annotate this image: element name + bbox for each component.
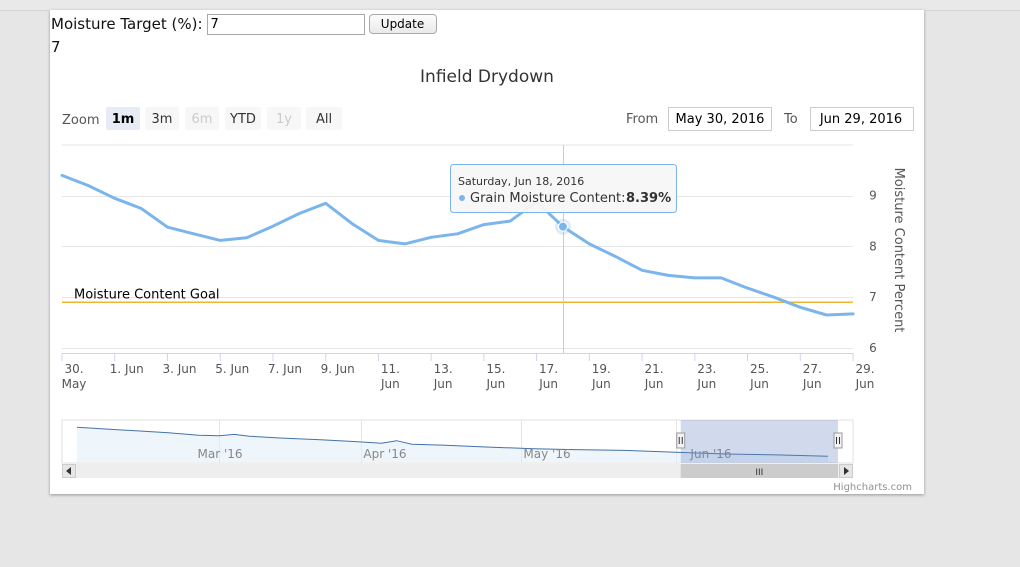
to-label: To (783, 112, 798, 127)
scroll-left-button[interactable] (62, 464, 76, 478)
zoom-button-3m[interactable]: 3m (145, 107, 179, 130)
tooltip-bullet-icon (459, 195, 465, 201)
navigator[interactable]: Mar '16 Apr '16 May '16 Jun '16 (61, 419, 854, 464)
goal-plot-line: Moisture Content Goal (62, 287, 853, 304)
x-tick-label-line2: Jun (802, 377, 822, 391)
navigator-label-may: May '16 (523, 447, 570, 461)
hover-point[interactable] (557, 221, 568, 232)
chart-title: Infield Drydown (420, 67, 554, 87)
credits-link[interactable]: Highcharts.com (833, 482, 912, 493)
to-date-value: Jun 29, 2016 (819, 112, 902, 127)
x-tick-label-line2: Jun (485, 377, 505, 391)
navigator-selected-range[interactable] (680, 420, 838, 463)
tooltip-value: 8.39% (626, 191, 671, 206)
zoom-button-all[interactable]: All (306, 107, 342, 130)
x-tick-label-line2: May (62, 377, 87, 391)
x-tick-label: 3. Jun (162, 362, 196, 376)
from-date-value: May 30, 2016 (676, 112, 765, 127)
x-tick-label: 13. (434, 362, 453, 376)
x-tick-label: 15. (486, 362, 505, 376)
x-tick-label-line2: Jun (433, 377, 453, 391)
to-date-input[interactable]: Jun 29, 2016 (810, 107, 914, 131)
x-tick-label-line2: Jun (749, 377, 769, 391)
x-tick-label: 17. (539, 362, 558, 376)
x-tick-label-line2: Jun (696, 377, 716, 391)
x-tick-label: 11. (381, 362, 400, 376)
y-axis-ticks: 6 7 8 9 (869, 189, 877, 355)
navigator-handle-right[interactable] (833, 432, 843, 449)
y-tick-label: 9 (869, 189, 877, 203)
x-tick-label: 19. (592, 362, 611, 376)
zoom-label: Zoom (62, 113, 99, 128)
zoom-button-6m-label: 6m (192, 112, 213, 127)
navigator-label-apr: Apr '16 (363, 447, 406, 461)
x-tick-label-line2: Jun (380, 377, 400, 391)
x-tick-label-line2: Jun (591, 377, 611, 391)
goal-line-label: Moisture Content Goal (74, 287, 220, 302)
zoom-button-1y-label: 1y (276, 112, 292, 127)
x-tick-label: 27. (803, 362, 822, 376)
y-axis-title: Moisture Content Percent (891, 168, 906, 333)
x-tick-label: 25. (750, 362, 769, 376)
y-tick-label: 8 (869, 239, 877, 253)
tooltip: Saturday, Jun 18, 2016 Grain Moisture Co… (450, 164, 677, 213)
zoom-button-3m-label: 3m (152, 112, 173, 127)
x-tick-label: 5. Jun (215, 362, 249, 376)
x-tick-label: 23. (697, 362, 716, 376)
x-tick-label-line2: Jun (644, 377, 664, 391)
from-label: From (626, 112, 658, 127)
x-tick-label: 30. (64, 362, 83, 376)
x-tick-label: 9. Jun (321, 362, 355, 376)
x-tick-label-line2: Jun (538, 377, 558, 391)
zoom-button-1m-label: 1m (112, 112, 135, 127)
x-axis-ticks: 30.May1. Jun 3. Jun 5. Jun 7. Jun 9. Jun 11.J… (61, 353, 875, 391)
from-date-input[interactable]: May 30, 2016 (668, 107, 772, 131)
zoom-button-ytd[interactable]: YTD (225, 107, 261, 130)
chart-svg: Infield Drydown Zoom 1m 3m 6m YTD 1y All… (60, 67, 914, 493)
x-tick-label-line2: Jun (855, 377, 875, 391)
y-tick-label: 7 (869, 290, 877, 304)
x-tick-label: 1. Jun (110, 362, 144, 376)
x-tick-label: 7. Jun (268, 362, 302, 376)
tooltip-date: Saturday, Jun 18, 2016 (458, 175, 584, 188)
x-tick-label: 29. (855, 362, 874, 376)
zoom-button-6m[interactable]: 6m (185, 107, 219, 130)
zoom-button-all-label: All (316, 112, 332, 127)
tooltip-series-label: Grain Moisture Content: (470, 191, 626, 206)
scrollbar-grip-icon: III (755, 468, 763, 478)
zoom-button-1m[interactable]: 1m (106, 107, 140, 130)
x-tick-label: 21. (645, 362, 664, 376)
navigator-label-mar: Mar '16 (197, 447, 242, 461)
zoom-button-ytd-label: YTD (229, 112, 256, 127)
navigator-handle-left[interactable] (676, 432, 686, 449)
zoom-button-1y[interactable]: 1y (267, 107, 301, 130)
y-tick-label: 6 (869, 341, 877, 355)
scroll-right-button[interactable] (839, 464, 853, 478)
scrollbar[interactable]: III (62, 464, 853, 478)
